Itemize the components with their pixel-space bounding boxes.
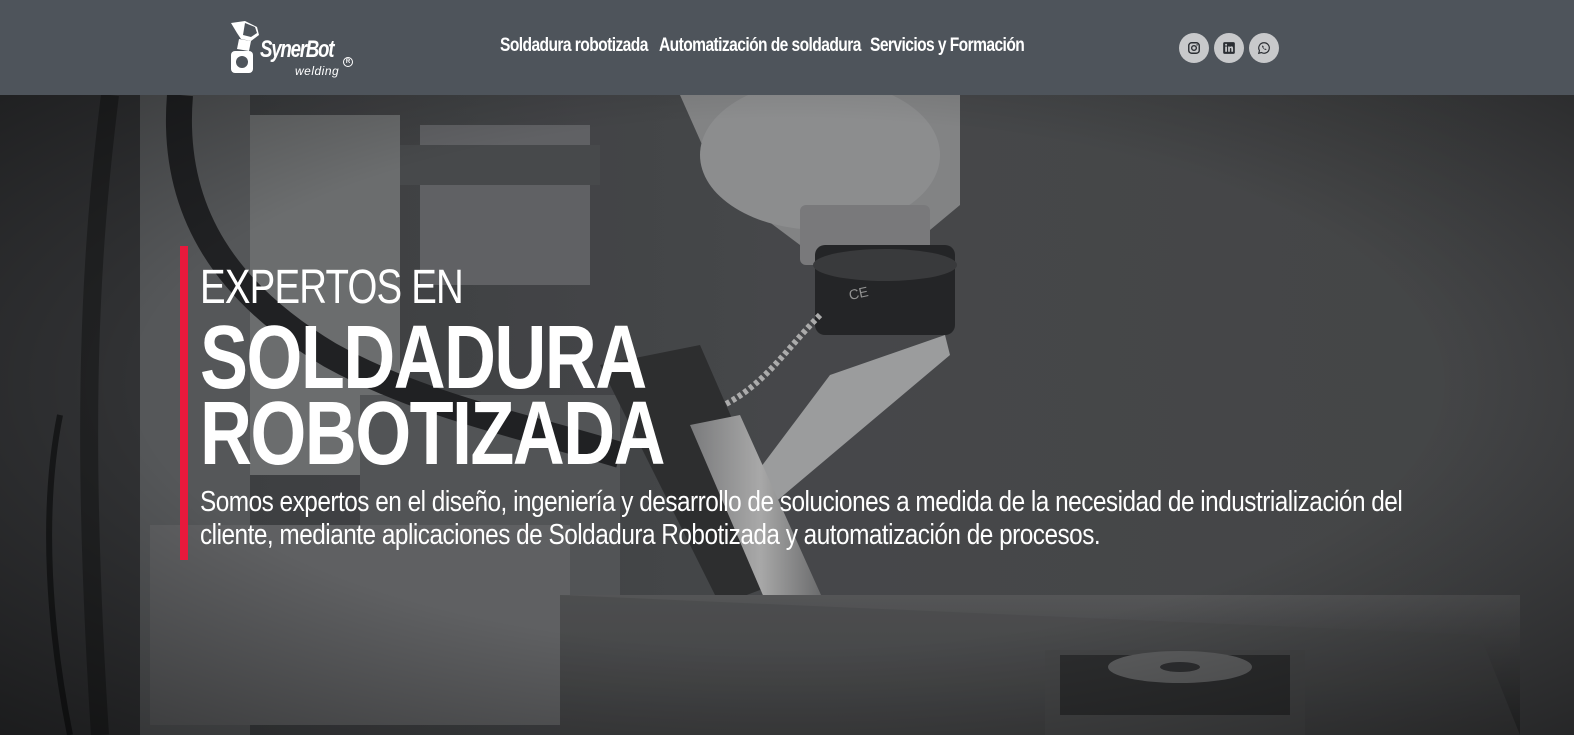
brand-tagline: welding [295,64,340,78]
whatsapp-icon [1257,42,1270,55]
synerbot-logo[interactable]: SynerBot R welding [229,19,359,78]
whatsapp-button[interactable] [1249,33,1279,63]
hero-description-line2: cliente, mediante aplicaciones de Soldad… [200,519,1101,551]
instagram-button[interactable] [1179,33,1209,63]
nav-item-servicios-formacion[interactable]: Servicios y Formación [870,35,1025,57]
robot-arm-logo-icon [231,21,259,73]
hero-heading: EXPERTOS EN SOLDADURA ROBOTIZADA [200,261,780,484]
nav-item-automatizacion[interactable]: Automatización de soldadura [659,35,861,57]
site-header: SynerBot R welding Soldadura robotizada … [0,0,1574,95]
brand-name: SynerBot [260,36,334,63]
hero-kicker: EXPERTOS EN [200,261,464,314]
hero-description: Somos expertos en el diseño, ingeniería … [200,486,1510,552]
linkedin-button[interactable] [1214,33,1244,63]
nav-item-soldadura-robotizada[interactable]: Soldadura robotizada [500,35,648,57]
hero-accent-bar [180,246,188,560]
hero-headline-line2: ROBOTIZADA [200,384,666,484]
instagram-icon [1188,42,1200,54]
social-links [1179,33,1279,63]
linkedin-icon [1223,42,1235,54]
hero-description-line1: Somos expertos en el diseño, ingeniería … [200,486,1403,518]
registered-mark: R [343,57,353,67]
